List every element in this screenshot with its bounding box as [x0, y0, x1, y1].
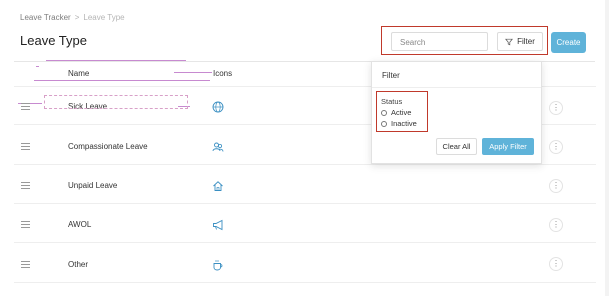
filter-popover: Filter Status Active Inactive Clear All … — [371, 61, 542, 164]
column-header-icons[interactable]: Icons — [213, 69, 232, 78]
status-highlight-box — [376, 91, 428, 132]
apply-filter-button[interactable]: Apply Filter — [482, 138, 534, 155]
row-divider — [14, 282, 596, 283]
search-filter-highlight-box — [381, 26, 548, 55]
breadcrumb-separator: > — [74, 13, 80, 22]
drag-handle-icon[interactable] — [21, 143, 30, 152]
people-icon — [212, 142, 224, 152]
popover-title: Filter — [382, 71, 400, 80]
breadcrumb-current: Leave Type — [83, 13, 125, 22]
row-menu-button[interactable]: ⋮ — [549, 218, 563, 232]
row-divider — [14, 242, 596, 243]
annotation-marks — [34, 58, 214, 83]
table-row-name[interactable]: AWOL — [68, 220, 91, 229]
clear-all-button[interactable]: Clear All — [436, 138, 477, 155]
row-menu-button[interactable]: ⋮ — [549, 101, 563, 115]
drag-handle-icon[interactable] — [21, 103, 30, 112]
megaphone-icon — [213, 219, 223, 231]
drag-handle-icon[interactable] — [21, 182, 30, 191]
table-row-name[interactable]: Unpaid Leave — [68, 181, 117, 190]
popover-divider — [372, 87, 541, 88]
breadcrumb: Leave Tracker > Leave Type — [20, 13, 125, 22]
row-menu-button[interactable]: ⋮ — [549, 257, 563, 271]
table-row-name[interactable]: Other — [68, 260, 88, 269]
row-divider — [14, 164, 596, 165]
breadcrumb-link-leave-tracker[interactable]: Leave Tracker — [20, 13, 71, 22]
row-highlight-box — [44, 95, 188, 109]
table-row-name[interactable]: Compassionate Leave — [68, 142, 148, 151]
row-menu-button[interactable]: ⋮ — [549, 140, 563, 154]
row-divider — [14, 203, 596, 204]
home-icon — [213, 181, 223, 191]
globe-icon — [212, 101, 224, 113]
create-button[interactable]: Create — [551, 32, 586, 53]
drag-handle-icon[interactable] — [21, 261, 30, 270]
drag-handle-icon[interactable] — [21, 221, 30, 230]
scrollbar[interactable] — [605, 0, 609, 296]
row-menu-button[interactable]: ⋮ — [549, 179, 563, 193]
page-title: Leave Type — [20, 33, 87, 48]
coffee-cup-icon — [213, 260, 223, 271]
